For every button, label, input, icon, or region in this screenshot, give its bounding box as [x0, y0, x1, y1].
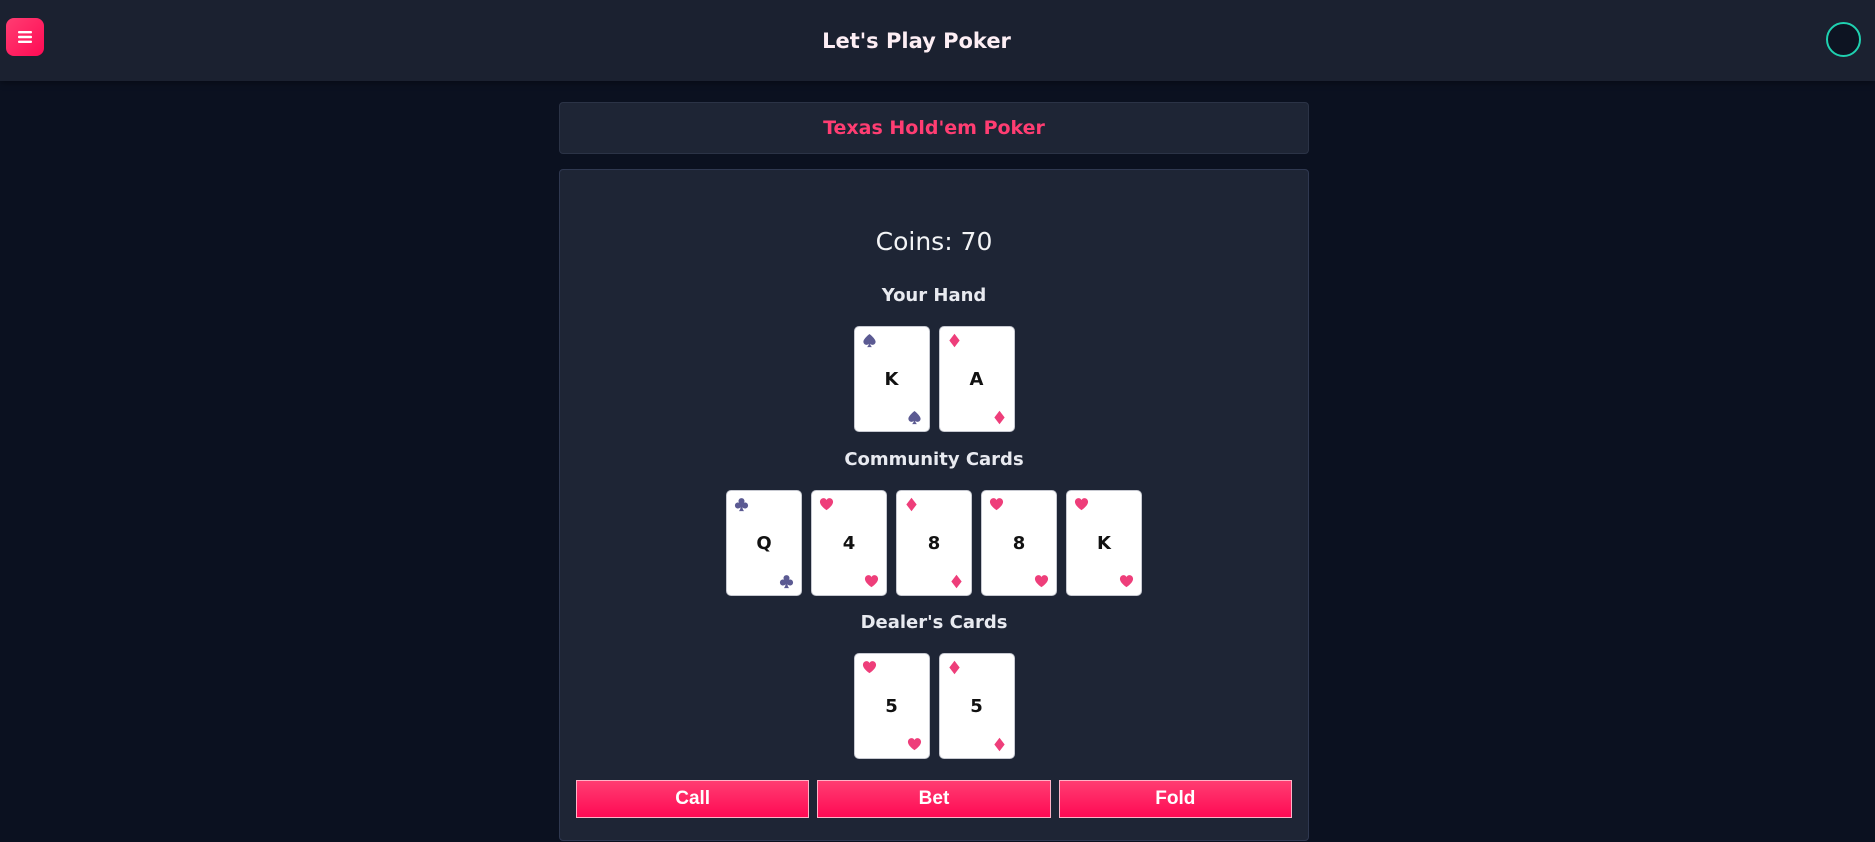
- clubs-icon: [779, 574, 794, 589]
- your-hand-label: Your Hand: [881, 285, 987, 306]
- bet-button[interactable]: Bet: [817, 780, 1051, 818]
- hearts-icon: [1034, 574, 1049, 589]
- playing-card: A: [938, 326, 1015, 432]
- hearts-icon: [1119, 574, 1134, 589]
- game-title: Texas Hold'em Poker: [559, 102, 1309, 154]
- playing-card: 8: [981, 490, 1057, 596]
- dealer-cards-row: 55: [560, 653, 1308, 759]
- playing-card: Q: [726, 490, 802, 596]
- poker-table-panel: Coins: 70 Your Hand KA Community Cards Q…: [559, 169, 1309, 841]
- hearts-icon: [907, 737, 922, 752]
- diamonds-icon: [949, 574, 964, 589]
- playing-card: K: [1066, 490, 1142, 596]
- call-button[interactable]: Call: [576, 780, 810, 818]
- app-title: Let's Play Poker: [822, 28, 1011, 53]
- community-cards-label: Community Cards: [844, 449, 1024, 470]
- status-ring-icon[interactable]: [1826, 22, 1861, 57]
- community-cards-row: Q488K: [560, 490, 1308, 596]
- playing-card: 5: [853, 653, 930, 759]
- diamonds-icon: [992, 410, 1007, 425]
- diamonds-icon: [992, 737, 1007, 752]
- playing-card: 4: [811, 490, 887, 596]
- dealer-cards-label: Dealer's Cards: [860, 612, 1008, 633]
- playing-card: K: [853, 326, 930, 432]
- your-hand-row: KA: [560, 326, 1308, 432]
- spades-icon: [907, 410, 922, 425]
- fold-button[interactable]: Fold: [1058, 780, 1292, 818]
- playing-card: 5: [938, 653, 1015, 759]
- hearts-icon: [864, 574, 879, 589]
- coins-counter: Coins: 70: [875, 227, 993, 256]
- action-bar: Call Bet Fold: [576, 780, 1292, 818]
- playing-card: 8: [896, 490, 972, 596]
- top-navbar: Let's Play Poker: [0, 0, 1875, 81]
